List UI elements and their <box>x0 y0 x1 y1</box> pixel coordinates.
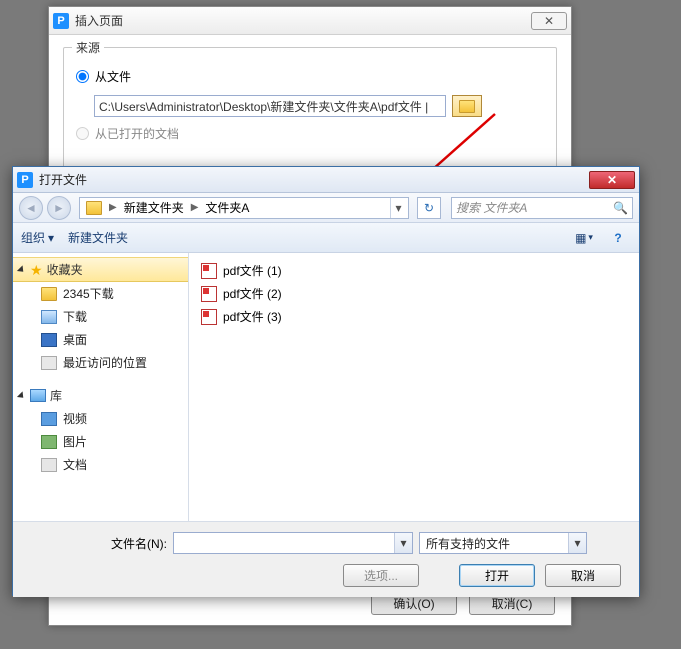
tree-item-documents[interactable]: 文档 <box>13 453 188 476</box>
from-opened-doc-radio-input <box>76 127 89 140</box>
search-input[interactable]: 搜索 文件夹A 🔍 <box>451 197 633 219</box>
pdf-icon <box>201 309 217 325</box>
from-file-radio[interactable]: 从文件 <box>76 68 544 85</box>
new-folder-button[interactable]: 新建文件夹 <box>68 229 128 246</box>
nav-forward-button[interactable]: ► <box>47 196 71 220</box>
filename-combo[interactable]: ▾ <box>173 532 413 554</box>
file-list[interactable]: pdf文件 (1) pdf文件 (2) pdf文件 (3) <box>189 253 639 521</box>
open-file-title: 打开文件 <box>39 171 589 188</box>
close-button[interactable]: ✕ <box>589 171 635 189</box>
libraries-label: 库 <box>50 387 62 404</box>
file-item[interactable]: pdf文件 (2) <box>199 282 629 305</box>
nav-bar: ◄ ► ▶ 新建文件夹 ▶ 文件夹A ▾ ↻ 搜索 文件夹A 🔍 <box>13 193 639 223</box>
from-opened-doc-radio[interactable]: 从已打开的文档 <box>76 125 544 142</box>
folder-icon <box>86 201 102 215</box>
from-file-label: 从文件 <box>95 68 131 85</box>
organize-label: 组织 <box>21 229 45 246</box>
main-area: ★ 收藏夹 2345下载 下载 桌面 最近访问的位置 库 视频 图片 文档 <box>13 253 639 521</box>
pdf-icon <box>201 263 217 279</box>
favorites-group[interactable]: ★ 收藏夹 <box>13 257 188 282</box>
tree-item-2345download[interactable]: 2345下载 <box>13 282 188 305</box>
folder-icon <box>41 287 57 301</box>
refresh-button[interactable]: ↻ <box>417 197 441 219</box>
tree-item-downloads[interactable]: 下载 <box>13 305 188 328</box>
breadcrumb-seg-2[interactable]: 文件夹A <box>201 198 253 218</box>
pdf-icon <box>201 286 217 302</box>
nav-tree[interactable]: ★ 收藏夹 2345下载 下载 桌面 最近访问的位置 库 视频 图片 文档 <box>13 253 189 521</box>
star-icon: ★ <box>30 263 43 277</box>
help-button[interactable]: ? <box>605 228 631 248</box>
insert-page-titlebar[interactable]: P 插入页面 ✕ <box>49 7 571 35</box>
insert-page-title: 插入页面 <box>75 12 531 29</box>
address-bar[interactable]: ▶ 新建文件夹 ▶ 文件夹A ▾ <box>79 197 409 219</box>
nav-back-button[interactable]: ◄ <box>19 196 43 220</box>
insert-page-body: 来源 从文件 从已打开的文档 <box>49 35 571 183</box>
open-file-dialog: P 打开文件 ✕ ◄ ► ▶ 新建文件夹 ▶ 文件夹A ▾ ↻ 搜索 文件夹A … <box>12 166 640 596</box>
app-icon: P <box>17 172 33 188</box>
tree-item-recent[interactable]: 最近访问的位置 <box>13 351 188 374</box>
breadcrumb-seg-1[interactable]: 新建文件夹 <box>120 198 188 218</box>
recent-icon <box>41 356 57 370</box>
options-button[interactable]: 选项... <box>343 564 419 587</box>
libraries-group[interactable]: 库 <box>13 384 188 407</box>
chevron-right-icon[interactable]: ▶ <box>109 202 117 213</box>
source-legend: 来源 <box>72 39 104 56</box>
close-icon[interactable]: ✕ <box>531 12 567 30</box>
app-icon: P <box>53 13 69 29</box>
picture-icon <box>41 435 57 449</box>
view-mode-button[interactable]: ▦▾ <box>571 228 597 248</box>
chevron-right-icon[interactable]: ▶ <box>191 202 199 213</box>
from-file-radio-input[interactable] <box>76 70 89 83</box>
new-folder-label: 新建文件夹 <box>68 229 128 246</box>
address-dropdown-icon[interactable]: ▾ <box>390 198 406 218</box>
bottom-panel: 文件名(N): ▾ 所有支持的文件 ▾ 选项... 打开 取消 <box>13 521 639 597</box>
source-fieldset: 来源 从文件 从已打开的文档 <box>63 47 557 171</box>
from-opened-doc-label: 从已打开的文档 <box>95 125 179 142</box>
search-placeholder: 搜索 文件夹A <box>456 199 527 216</box>
library-icon <box>30 389 46 402</box>
cancel-button[interactable]: 取消 <box>545 564 621 587</box>
search-icon: 🔍 <box>613 201 628 215</box>
video-icon <box>41 412 57 426</box>
open-button[interactable]: 打开 <box>459 564 535 587</box>
tree-item-pictures[interactable]: 图片 <box>13 430 188 453</box>
tree-item-videos[interactable]: 视频 <box>13 407 188 430</box>
filter-label: 所有支持的文件 <box>420 535 568 552</box>
chevron-down-icon[interactable]: ▾ <box>394 533 412 553</box>
file-path-input[interactable] <box>94 95 446 117</box>
document-icon <box>41 458 57 472</box>
file-item[interactable]: pdf文件 (1) <box>199 259 629 282</box>
organize-menu[interactable]: 组织 ▾ <box>21 229 54 246</box>
tree-item-desktop[interactable]: 桌面 <box>13 328 188 351</box>
desktop-icon <box>41 333 57 347</box>
file-item[interactable]: pdf文件 (3) <box>199 305 629 328</box>
chevron-down-icon: ▾ <box>48 231 54 245</box>
open-file-titlebar[interactable]: P 打开文件 ✕ <box>13 167 639 193</box>
browse-button[interactable] <box>452 95 482 117</box>
file-type-filter[interactable]: 所有支持的文件 ▾ <box>419 532 587 554</box>
favorites-label: 收藏夹 <box>47 261 83 278</box>
toolbar: 组织 ▾ 新建文件夹 ▦▾ ? <box>13 223 639 253</box>
folder-icon <box>459 100 475 113</box>
filename-label: 文件名(N): <box>27 535 167 552</box>
expand-icon[interactable] <box>17 391 26 400</box>
expand-icon[interactable] <box>17 265 26 274</box>
chevron-down-icon[interactable]: ▾ <box>568 533 586 553</box>
filename-input[interactable] <box>174 533 394 553</box>
download-icon <box>41 310 57 324</box>
